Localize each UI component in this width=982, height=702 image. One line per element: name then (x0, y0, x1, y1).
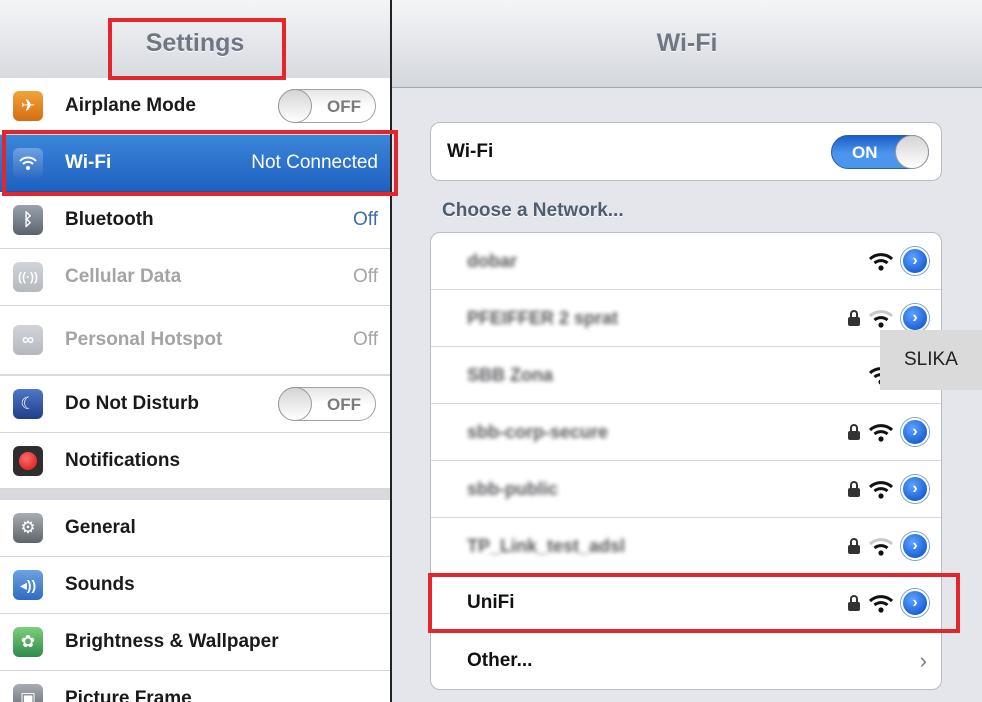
network-name: PFEIFFER 2 sprat (467, 307, 619, 328)
wifi-signal-icon (868, 481, 894, 499)
wifi-toggle[interactable]: ON (831, 134, 929, 169)
sidebar-item-label: Personal Hotspot (65, 329, 223, 350)
lock-icon (847, 538, 861, 554)
highlight-unifi-network (428, 573, 960, 633)
wifi-signal-icon (868, 310, 894, 328)
network-detail-button[interactable]: › (901, 475, 929, 503)
do-not-disturb-toggle[interactable]: OFF (278, 387, 376, 421)
highlight-settings-title (108, 18, 286, 80)
sidebar-item-label: Cellular Data (65, 266, 182, 287)
chevron-right-icon: › (919, 647, 927, 673)
toggle-state: OFF (327, 97, 361, 116)
flower-icon: ✿ (13, 627, 43, 657)
lock-icon (847, 424, 861, 440)
wifi-signal-icon (868, 538, 894, 556)
lock-icon (847, 481, 861, 497)
moon-icon: ☾ (13, 389, 43, 419)
wifi-toggle-row: Wi-Fi ON (431, 123, 941, 180)
sidebar-item-label: Notifications (65, 449, 181, 471)
sidebar-item-label: Brightness & Wallpaper (65, 631, 279, 652)
sidebar-item-brightness-wallpaper[interactable]: ✿ Brightness & Wallpaper (0, 614, 390, 671)
sidebar-item-do-not-disturb[interactable]: ☾ Do Not Disturb OFF (0, 376, 390, 433)
network-row[interactable]: PFEIFFER 2 sprat › (431, 290, 941, 347)
wifi-signal-icon (868, 253, 894, 271)
wifi-header: Wi-Fi (392, 0, 982, 88)
toggle-state: ON (852, 142, 878, 162)
overlay-caption: SLIKA (880, 330, 982, 390)
sidebar-item-label: Airplane Mode (65, 95, 196, 116)
sidebar-item-bluetooth[interactable]: ᛒ Bluetooth Off (0, 192, 390, 249)
network-row[interactable]: SBB Zona › (431, 347, 941, 404)
toggle-knob (278, 387, 312, 421)
network-name: SBB Zona (467, 364, 554, 385)
lock-icon (847, 310, 861, 326)
sidebar-item-label: Picture Frame (65, 688, 192, 702)
network-detail-button[interactable]: › (901, 532, 929, 560)
network-row[interactable]: TP_Link_test_adsl › (431, 518, 941, 575)
overlay-caption-text: SLIKA (904, 349, 958, 370)
airplane-mode-toggle[interactable]: OFF (278, 89, 376, 123)
hotspot-icon: ∞ (13, 325, 43, 355)
gear-icon: ⚙ (13, 513, 43, 543)
network-detail-button[interactable]: › (901, 418, 929, 446)
sidebar-item-label: Bluetooth (65, 209, 154, 230)
sidebar-item-personal-hotspot: ∞ Personal Hotspot Off (0, 306, 390, 374)
hotspot-status-value: Off (353, 329, 378, 350)
speaker-icon: ◂)) (13, 570, 43, 600)
network-name: sbb-corp-secure (467, 421, 609, 442)
toggle-knob (278, 89, 312, 123)
settings-sidebar: Settings ✈ Airplane Mode OFF Wi-Fi Not C… (0, 0, 390, 702)
other-network-label: Other... (467, 649, 533, 671)
sidebar-item-notifications[interactable]: Notifications (0, 433, 390, 489)
sidebar-item-label: General (65, 517, 136, 538)
wifi-signal-icon (868, 424, 894, 442)
sidebar-item-label: Do Not Disturb (65, 393, 200, 414)
highlight-wifi-item (2, 130, 398, 196)
sidebar-item-cellular-data: ((·)) Cellular Data Off (0, 249, 390, 306)
bluetooth-status-value: Off (353, 209, 378, 230)
cellular-icon: ((·)) (13, 262, 43, 292)
network-detail-button[interactable]: › (901, 247, 929, 275)
network-row-other[interactable]: Other... › (431, 632, 941, 689)
wifi-toggle-card: Wi-Fi ON (430, 122, 942, 181)
network-name: dobar (467, 250, 518, 271)
choose-network-label: Choose a Network... (442, 200, 624, 221)
wifi-toggle-label: Wi-Fi (447, 140, 494, 162)
network-detail-button[interactable]: › (901, 304, 929, 332)
picture-frame-icon: ▣ (13, 684, 43, 702)
network-row[interactable]: sbb-corp-secure › (431, 404, 941, 461)
toggle-state: OFF (327, 395, 361, 414)
sidebar-item-sounds[interactable]: ◂)) Sounds (0, 557, 390, 614)
cellular-status-value: Off (353, 266, 378, 287)
network-row[interactable]: sbb-public › (431, 461, 941, 518)
sidebar-item-airplane-mode[interactable]: ✈ Airplane Mode OFF (0, 78, 390, 135)
notifications-icon (13, 445, 43, 476)
sidebar-item-picture-frame[interactable]: ▣ Picture Frame (0, 671, 390, 702)
toggle-knob (895, 134, 929, 169)
network-name: TP_Link_test_adsl (467, 535, 626, 556)
network-row[interactable]: dobar › (431, 233, 941, 290)
network-name: sbb-public (467, 478, 558, 499)
airplane-icon: ✈ (13, 91, 43, 121)
sidebar-item-label: Sounds (65, 574, 135, 595)
wifi-title: Wi-Fi (656, 29, 718, 57)
sidebar-item-general[interactable]: ⚙ General (0, 500, 390, 557)
bluetooth-icon: ᛒ (13, 205, 43, 235)
